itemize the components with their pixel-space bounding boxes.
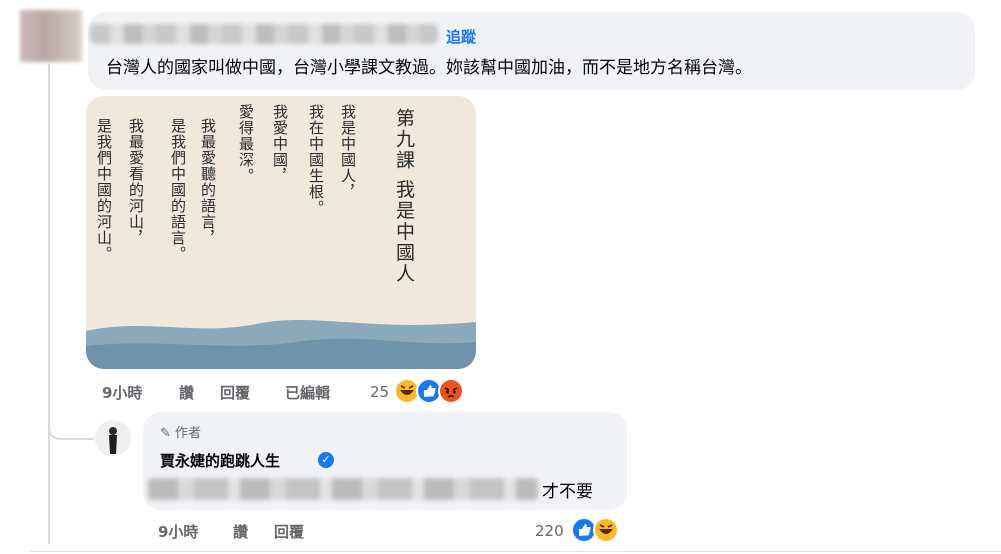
commenter-avatar[interactable] (20, 10, 82, 62)
textbook-line: 我最愛聽的語言， (199, 118, 217, 246)
author-badge: ✎ 作者 (160, 422, 201, 441)
textbook-title: 第九課 我是中國人 (393, 108, 415, 284)
reply-like-button[interactable]: 讚 (233, 521, 248, 542)
textbook-line: 我在中國生根。 (307, 104, 325, 216)
textbook-line: 是我們中國的語言。 (169, 118, 187, 262)
comment-edited-label[interactable]: 已編輯 (285, 382, 330, 403)
author-badge-label: 作者 (175, 426, 202, 441)
textbook-line: 我愛中國， (271, 104, 289, 184)
laugh-react-icon (593, 517, 619, 543)
author-name[interactable]: 賈永婕的跑跳人生 (160, 450, 280, 471)
thread-branch (48, 420, 94, 440)
angry-react-icon (438, 378, 464, 404)
comment-reply-button[interactable]: 回覆 (220, 382, 250, 403)
comment-image[interactable]: 第九課 我是中國人 我是中國人， 我在中國生根。 我愛中國， 愛得最深。 我最愛聽的語言，… (86, 96, 476, 369)
textbook-line: 是我們中國的河山。 (95, 118, 113, 262)
pencil-icon: ✎ (160, 426, 171, 441)
author-avatar[interactable] (95, 420, 131, 456)
reply-reaction-count[interactable]: 220 (535, 522, 564, 540)
textbook-line: 我是中國人， (339, 104, 357, 200)
reply-reply-button[interactable]: 回覆 (274, 521, 304, 542)
follow-link[interactable]: 追蹤 (446, 26, 476, 47)
textbook-line: 我最愛看的河山， (127, 118, 145, 246)
verified-badge-icon: ✓ (318, 452, 334, 468)
reply-text-blurred (148, 478, 538, 500)
comment-reactions[interactable] (394, 378, 474, 404)
comment-text: 台灣人的國家叫做中國，台灣小學課文教過。妳該幫中國加油，而不是地方名稱台灣。 (106, 58, 752, 78)
thread-line (48, 64, 50, 544)
divider (30, 551, 1001, 552)
textbook-page-illustration: 第九課 我是中國人 我是中國人， 我在中國生根。我愛中國， 愛得最深。 我最愛聽的語言，… (86, 96, 476, 369)
reply-reactions[interactable] (571, 517, 627, 543)
comment-like-button[interactable]: 讚 (179, 382, 194, 403)
textbook-line: 愛得最深。 (237, 104, 255, 184)
comment-reaction-count[interactable]: 25 (370, 383, 389, 401)
reply-text: 才不要 (542, 482, 593, 502)
author-avatar-figure (95, 420, 131, 456)
commenter-name-blurred[interactable] (90, 24, 438, 44)
comment-time[interactable]: 9小時 (102, 382, 142, 403)
reply-time[interactable]: 9小時 (158, 521, 198, 542)
